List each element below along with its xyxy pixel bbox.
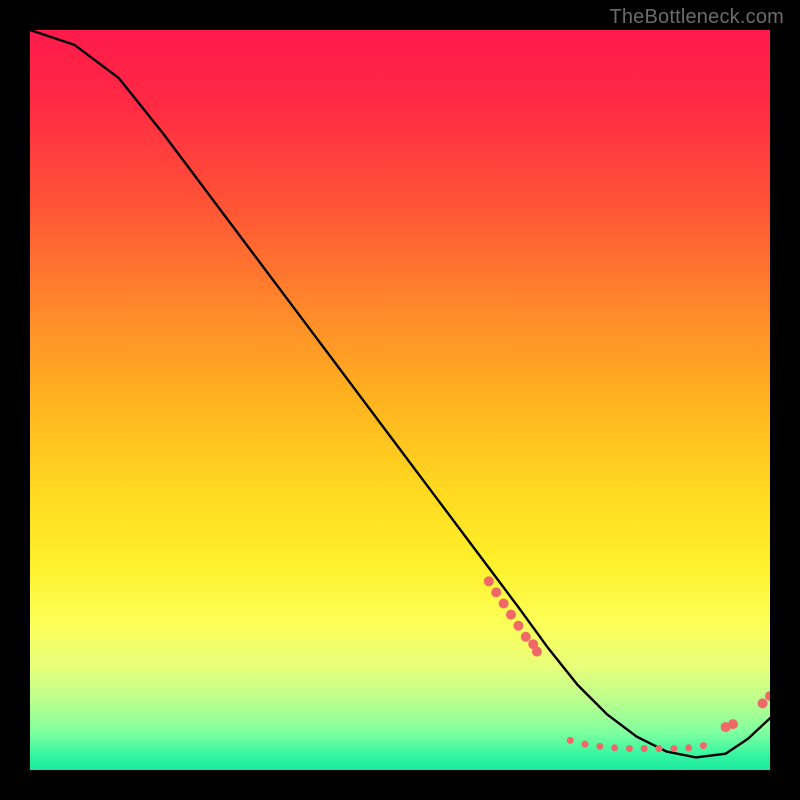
chart-stage: TheBottleneck.com bbox=[0, 0, 800, 800]
watermark-text: TheBottleneck.com bbox=[609, 6, 784, 29]
plot-area bbox=[30, 30, 770, 770]
heat-gradient-background bbox=[30, 30, 770, 770]
